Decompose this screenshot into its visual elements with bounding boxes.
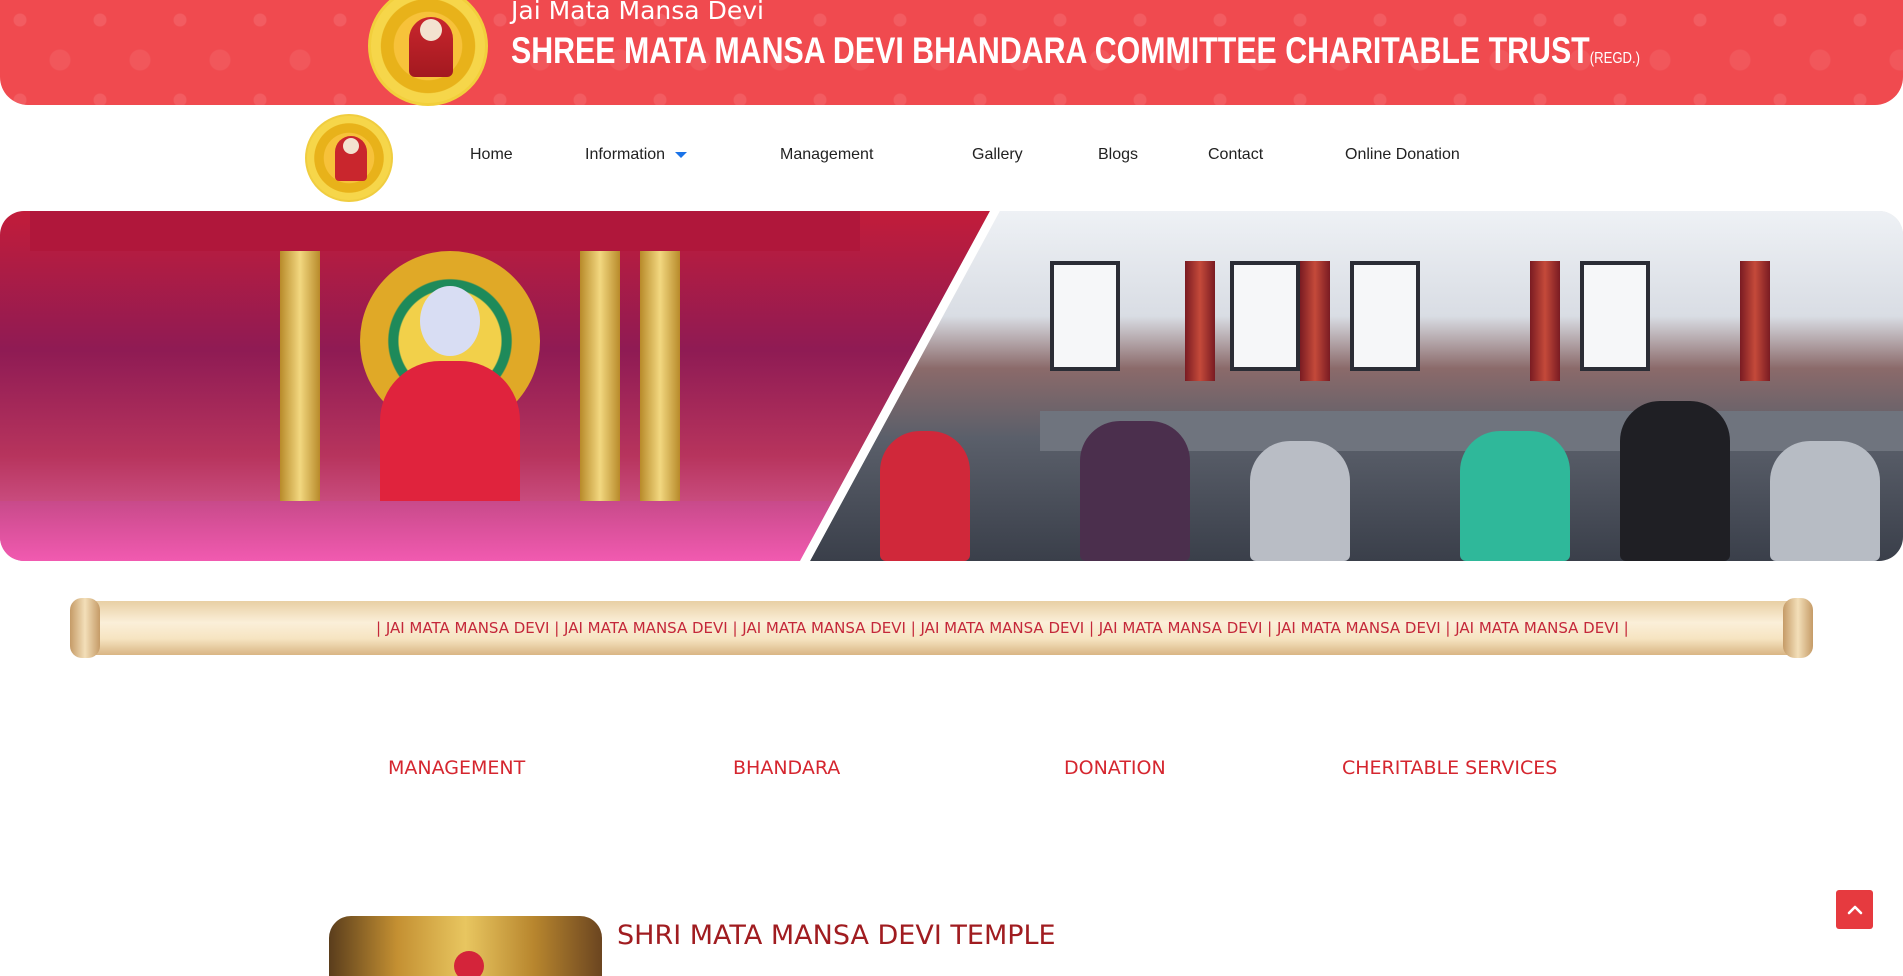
window: [1230, 261, 1300, 371]
temple-image: [329, 916, 602, 976]
chevron-up-icon: [1847, 905, 1862, 914]
stage-floor: [0, 501, 850, 561]
feature-management[interactable]: MANAGEMENT: [388, 757, 525, 779]
temple-section-title: SHRI MATA MANSA DEVI TEMPLE: [617, 920, 1056, 951]
curtain: [1740, 261, 1770, 381]
nav-blogs[interactable]: Blogs: [1098, 146, 1138, 164]
deity-face: [420, 286, 480, 356]
person: [1250, 441, 1350, 561]
banner-title: SHREE MATA MANSA DEVI BHANDARA COMMITTEE…: [511, 30, 1640, 72]
person: [1620, 401, 1730, 561]
nav-home[interactable]: Home: [470, 146, 513, 164]
deity-face: [420, 19, 442, 41]
pillar: [640, 251, 680, 501]
scroll-marquee: | JAI MATA MANSA DEVI | JAI MATA MANSA D…: [70, 598, 1813, 658]
deity-face: [343, 138, 359, 154]
window: [1580, 261, 1650, 371]
caret-down-icon: [675, 151, 688, 158]
nav-logo[interactable]: [305, 114, 393, 202]
marquee-window: | JAI MATA MANSA DEVI | JAI MATA MANSA D…: [306, 601, 1676, 655]
curtain: [1300, 261, 1330, 381]
person: [1770, 441, 1880, 561]
feature-bhandara[interactable]: BHANDARA: [733, 757, 840, 779]
nav-contact[interactable]: Contact: [1208, 146, 1263, 164]
temple-image-detail: [454, 951, 484, 976]
curtain: [1530, 261, 1560, 381]
banner-subtitle: Jai Mata Mansa Devi: [511, 0, 764, 25]
nav-information-label: Information: [585, 146, 666, 163]
window: [1050, 261, 1120, 371]
nav-online-donation[interactable]: Online Donation: [1345, 146, 1460, 164]
hero-banner: [0, 211, 1903, 561]
top-banner: Jai Mata Mansa Devi SHREE MATA MANSA DEV…: [0, 0, 1903, 106]
marquee-text: | JAI MATA MANSA DEVI | JAI MATA MANSA D…: [376, 619, 1629, 637]
banner-regd: (REGD.): [1589, 50, 1641, 67]
trust-logo-large[interactable]: [368, 0, 488, 106]
feature-cheritable-services[interactable]: CHERITABLE SERVICES: [1342, 757, 1557, 779]
feature-donation[interactable]: DONATION: [1064, 757, 1166, 779]
nav-information[interactable]: Information: [585, 146, 688, 164]
nav-management[interactable]: Management: [780, 146, 873, 164]
person: [1460, 431, 1570, 561]
banner-title-text: SHREE MATA MANSA DEVI BHANDARA COMMITTEE…: [511, 30, 1590, 71]
pillar: [280, 251, 320, 501]
person: [1080, 421, 1190, 561]
pillar: [580, 251, 620, 501]
back-to-top-button[interactable]: [1836, 890, 1873, 929]
person: [880, 431, 970, 561]
nav-gallery[interactable]: Gallery: [972, 146, 1023, 164]
deity-robes: [380, 361, 520, 511]
curtain: [1185, 261, 1215, 381]
window: [1350, 261, 1420, 371]
canopy: [30, 211, 860, 251]
